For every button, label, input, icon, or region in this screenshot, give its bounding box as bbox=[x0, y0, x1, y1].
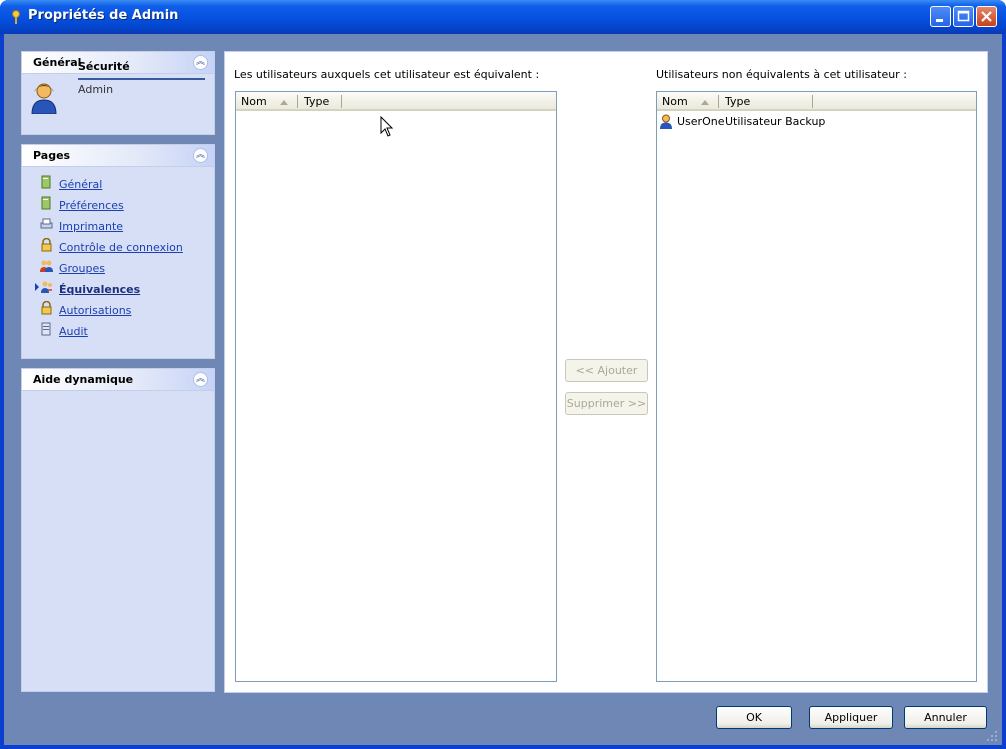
nav-label: Imprimante bbox=[59, 220, 124, 233]
title-bar[interactable]: Propriétés de Admin bbox=[0, 0, 1006, 34]
user-type: Utilisateur Backup bbox=[725, 115, 826, 128]
nav-label: Général bbox=[59, 178, 103, 191]
active-arrow-icon bbox=[35, 283, 39, 291]
lock-icon bbox=[41, 238, 52, 252]
pages-nav: Général Préférences Imprimante Contrôle … bbox=[35, 175, 200, 343]
resize-grip-icon[interactable] bbox=[986, 730, 998, 742]
column-type[interactable]: Type bbox=[725, 95, 750, 108]
nav-label: Autorisations bbox=[59, 304, 132, 317]
close-icon bbox=[981, 11, 992, 22]
pages-panel: Pages ︽ Général Préférences Imprimante C… bbox=[21, 144, 215, 359]
equivalent-users-list[interactable]: Nom Type bbox=[235, 91, 557, 682]
nav-item-general[interactable]: Général bbox=[40, 175, 200, 196]
sort-asc-icon bbox=[280, 100, 288, 105]
list-header: Nom Type bbox=[657, 92, 976, 111]
nav-label: Équivalences bbox=[59, 283, 141, 296]
document-icon bbox=[41, 175, 51, 189]
close-button[interactable] bbox=[976, 6, 997, 27]
non-equivalent-users-label: Utilisateurs non équivalents à cet utili… bbox=[656, 68, 907, 81]
dynamic-help-title: Aide dynamique bbox=[33, 373, 134, 386]
window: Propriétés de Admin Général ︽ Sécurité A… bbox=[0, 0, 1006, 749]
collapse-icon[interactable]: ︽ bbox=[193, 55, 208, 70]
security-divider bbox=[78, 78, 205, 80]
column-nom[interactable]: Nom bbox=[241, 95, 267, 108]
user-avatar-icon bbox=[31, 83, 57, 115]
equivalent-users-label: Les utilisateurs auxquels cet utilisateu… bbox=[234, 68, 540, 81]
group-icon bbox=[40, 260, 53, 272]
security-label: Sécurité bbox=[78, 60, 130, 73]
nav-item-preferences[interactable]: Préférences bbox=[40, 196, 200, 217]
ok-button[interactable]: OK bbox=[716, 706, 792, 729]
key-icon bbox=[12, 10, 20, 24]
column-separator[interactable] bbox=[341, 95, 342, 108]
pages-panel-title: Pages bbox=[33, 149, 71, 162]
dynamic-help-panel: Aide dynamique ︽ bbox=[21, 368, 215, 692]
nav-label: Contrôle de connexion bbox=[59, 241, 183, 254]
nav-item-groups[interactable]: Groupes bbox=[40, 259, 200, 280]
equivalence-icon bbox=[41, 281, 52, 293]
remove-button[interactable]: Supprimer >> bbox=[565, 392, 648, 415]
general-panel-title: Général bbox=[33, 56, 82, 69]
security-user: Admin bbox=[78, 83, 114, 96]
general-panel: Général ︽ Sécurité Admin bbox=[21, 51, 215, 135]
dynamic-help-header[interactable]: Aide dynamique ︽ bbox=[22, 369, 214, 391]
apply-button[interactable]: Appliquer bbox=[809, 706, 893, 729]
maximize-icon bbox=[957, 10, 970, 22]
nav-item-authorizations[interactable]: Autorisations bbox=[40, 301, 200, 322]
minimize-icon bbox=[936, 19, 943, 22]
user-icon bbox=[660, 114, 672, 129]
nav-label: Audit bbox=[59, 325, 88, 338]
nav-item-connection-control[interactable]: Contrôle de connexion bbox=[40, 238, 200, 259]
cancel-button[interactable]: Annuler bbox=[904, 706, 987, 729]
maximize-button[interactable] bbox=[953, 6, 974, 27]
nav-item-audit[interactable]: Audit bbox=[40, 322, 200, 343]
column-separator[interactable] bbox=[297, 95, 298, 108]
user-name: UserOne bbox=[677, 115, 725, 128]
lock-icon bbox=[41, 301, 52, 315]
column-separator[interactable] bbox=[718, 95, 719, 108]
nav-item-printer[interactable]: Imprimante bbox=[40, 217, 200, 238]
audit-icon bbox=[41, 322, 51, 336]
non-equivalent-users-list[interactable]: Nom Type UserOne Utilisateur Backup bbox=[656, 91, 977, 682]
document-icon bbox=[41, 196, 51, 210]
nav-item-equivalences[interactable]: Équivalences bbox=[35, 280, 200, 301]
mouse-cursor-icon bbox=[380, 116, 394, 137]
collapse-icon[interactable]: ︽ bbox=[193, 372, 208, 387]
list-header: Nom Type bbox=[236, 92, 556, 111]
nav-label: Préférences bbox=[59, 199, 124, 212]
column-type[interactable]: Type bbox=[304, 95, 329, 108]
collapse-icon[interactable]: ︽ bbox=[193, 148, 208, 163]
window-title: Propriétés de Admin bbox=[28, 8, 179, 23]
sort-asc-icon bbox=[701, 100, 709, 105]
printer-icon bbox=[40, 218, 53, 229]
column-nom[interactable]: Nom bbox=[662, 95, 688, 108]
minimize-button[interactable] bbox=[930, 6, 951, 27]
add-button[interactable]: << Ajouter bbox=[565, 359, 648, 382]
pages-panel-header[interactable]: Pages ︽ bbox=[22, 145, 214, 167]
column-separator[interactable] bbox=[812, 95, 813, 108]
nav-label: Groupes bbox=[59, 262, 105, 275]
